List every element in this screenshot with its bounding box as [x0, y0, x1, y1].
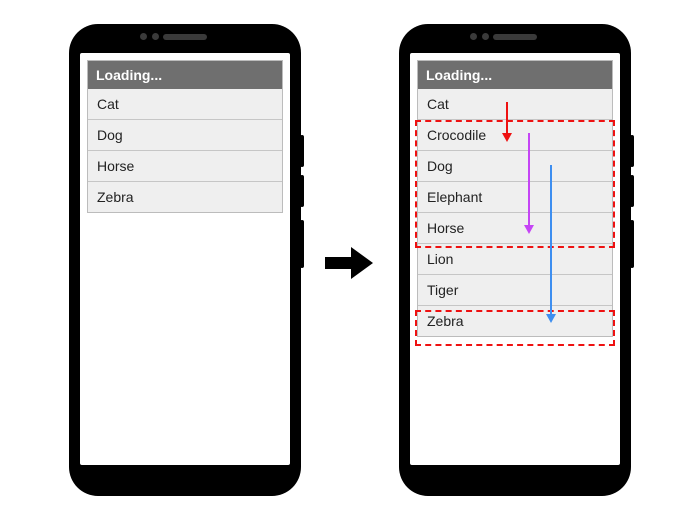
volume-up-button[interactable] [300, 135, 304, 167]
sensor-dot [152, 33, 159, 40]
list-item[interactable]: Dog [88, 120, 282, 151]
speaker-grill [493, 34, 537, 40]
highlight-box [415, 120, 615, 248]
sensor-dot [470, 33, 477, 40]
list-panel: Loading... Cat Dog Horse Zebra [87, 60, 283, 213]
screen-after[interactable]: Loading... Cat Crocodile Dog Elephant Ho… [410, 53, 620, 465]
insert-arrow-blue [550, 165, 552, 315]
panel-title: Loading... [88, 61, 282, 89]
screen-before[interactable]: Loading... Cat Dog Horse Zebra [80, 53, 290, 465]
list-item[interactable]: Cat [418, 89, 612, 120]
arrowhead-icon [502, 133, 512, 142]
panel-title: Loading... [418, 61, 612, 89]
power-button[interactable] [300, 220, 304, 268]
list-item[interactable]: Lion [418, 244, 612, 275]
volume-down-button[interactable] [630, 175, 634, 207]
power-button[interactable] [630, 220, 634, 268]
sensor-dot [482, 33, 489, 40]
list-item[interactable]: Tiger [418, 275, 612, 306]
phone-before: Loading... Cat Dog Horse Zebra [70, 25, 300, 495]
arrowhead-icon [524, 225, 534, 234]
insert-arrow-red [506, 102, 508, 134]
list-item[interactable]: Cat [88, 89, 282, 120]
sensor-dot [140, 33, 147, 40]
speaker-grill [163, 34, 207, 40]
insert-arrow-magenta [528, 133, 530, 226]
phone-after: Loading... Cat Crocodile Dog Elephant Ho… [400, 25, 630, 495]
list-item[interactable]: Horse [88, 151, 282, 182]
highlight-box [415, 310, 615, 346]
list-item[interactable]: Zebra [88, 182, 282, 212]
transition-arrow-icon [325, 245, 373, 281]
diagram-stage: Loading... Cat Dog Horse Zebra Loading..… [0, 0, 700, 525]
volume-up-button[interactable] [630, 135, 634, 167]
arrowhead-icon [546, 314, 556, 323]
volume-down-button[interactable] [300, 175, 304, 207]
